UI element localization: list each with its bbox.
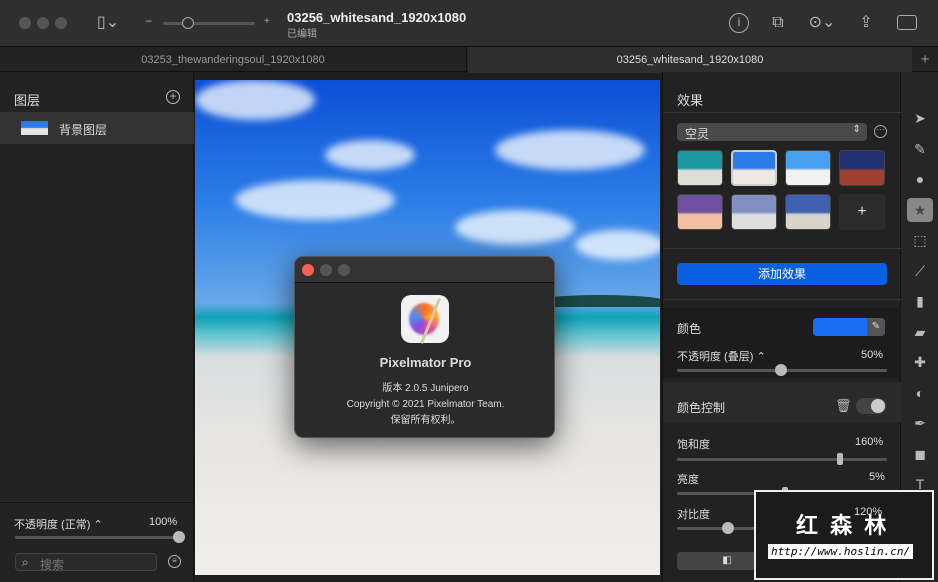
zoom-in-label[interactable]: + xyxy=(264,16,270,27)
selection-icon[interactable]: ⬚ xyxy=(907,228,933,252)
about-dialog: Pixelmator Pro 版本 2.0.5 Junipero Copyrig… xyxy=(294,256,555,438)
overlay-opacity-value: 50% xyxy=(861,349,884,361)
add-effect-button[interactable]: 添加效果 xyxy=(677,263,887,285)
layers-sidebar: 图层 + 背景图层 不透明度 (正常) ⌃ 100% ⌕ 搜索 ≡ xyxy=(0,72,194,582)
sidebar-toggle-icon[interactable]: ▯⌄ xyxy=(90,13,126,33)
effect-preset-thumbnail[interactable] xyxy=(785,150,831,186)
add-tab-button[interactable]: + xyxy=(912,47,938,73)
brightness-value: 5% xyxy=(869,471,885,483)
retouch-icon[interactable]: ✚ xyxy=(907,350,933,374)
slider-knob[interactable] xyxy=(722,522,734,534)
slider-knob[interactable] xyxy=(775,364,787,376)
pen-icon[interactable]: ✒ xyxy=(907,411,933,435)
layer-name: 背景图层 xyxy=(59,123,108,137)
paint-icon[interactable]: ⟋ xyxy=(907,259,933,283)
tab-wanderingsoul[interactable]: 03253_thewanderingsoul_1920x1080 xyxy=(0,47,467,73)
filter-icon[interactable]: ≡ xyxy=(168,555,181,568)
rotate-icon[interactable]: ⧉ xyxy=(768,13,788,33)
tab-bar: 03253_thewanderingsoul_1920x1080 03256_w… xyxy=(0,46,938,73)
effects-icon[interactable]: ★ xyxy=(907,197,933,222)
slider-knob[interactable] xyxy=(173,531,185,543)
more-options-icon[interactable]: ⊙⌄ xyxy=(806,13,838,33)
layer-item[interactable]: 背景图层 xyxy=(0,112,194,144)
search-placeholder: 搜索 xyxy=(40,558,65,572)
effect-preset-thumbnail[interactable] xyxy=(677,150,723,186)
preset-value: 空灵 xyxy=(685,127,710,141)
effect-preset-thumbnail[interactable] xyxy=(731,150,777,186)
contrast-label: 对比度 xyxy=(677,509,710,521)
info-icon[interactable]: i xyxy=(729,13,749,33)
about-app-name: Pixelmator Pro xyxy=(379,355,472,370)
slider-knob[interactable] xyxy=(837,453,843,465)
eraser-icon[interactable]: ▰ xyxy=(907,320,933,344)
layer-opacity-slider[interactable] xyxy=(15,531,185,543)
about-copyright: Copyright © 2021 Pixelmator Team. xyxy=(346,399,505,410)
watermark-logo: 红 森 林 http://www.hoslin.cn/ xyxy=(754,490,934,580)
share-icon[interactable]: ⇪ xyxy=(856,13,876,33)
color-control-toggle[interactable] xyxy=(856,398,886,414)
effect-preset-thumbnail[interactable] xyxy=(785,194,831,230)
watermark-url: http://www.hoslin.cn/ xyxy=(768,544,914,559)
color-well[interactable]: ✎ xyxy=(813,318,885,336)
fill-icon[interactable]: ▮ xyxy=(907,289,933,313)
distort-icon[interactable]: ◐ xyxy=(907,381,933,405)
dialog-zoom-button xyxy=(338,264,350,276)
zoom-out-label[interactable]: − xyxy=(145,14,152,28)
inspector-toggle-icon[interactable] xyxy=(897,15,917,30)
search-icon: ⌕ xyxy=(22,555,29,569)
color-label: 颜色 xyxy=(677,322,702,336)
color-control-label: 颜色控制 xyxy=(677,401,726,415)
layer-thumbnail xyxy=(21,121,48,135)
saturation-slider[interactable] xyxy=(677,453,887,465)
document-title: 03256_whitesand_1920x1080 xyxy=(287,10,467,25)
effects-title: 效果 xyxy=(677,93,704,108)
brightness-label: 亮度 xyxy=(677,474,699,486)
pointer-icon[interactable]: ➤ xyxy=(907,106,933,130)
add-preset-button[interactable]: + xyxy=(839,194,885,230)
app-icon xyxy=(401,295,449,344)
add-layer-icon[interactable]: + xyxy=(166,90,180,104)
style-icon[interactable]: ✎ xyxy=(907,137,933,161)
zoom-slider-knob[interactable] xyxy=(181,17,194,29)
chevron-updown-icon: ⇕ xyxy=(852,124,861,135)
overlay-opacity-slider[interactable] xyxy=(677,364,887,376)
shape-icon[interactable]: ◼ xyxy=(907,442,933,466)
minimize-window-button[interactable] xyxy=(37,17,49,29)
zoom-slider[interactable] xyxy=(163,17,255,29)
dialog-minimize-button xyxy=(320,264,332,276)
tab-whitesand[interactable]: 03256_whitesand_1920x1080 xyxy=(468,47,912,73)
toolbar: ▯⌄ − + 03256_whitesand_1920x1080 已编辑 i ⧉… xyxy=(0,0,938,46)
color-adjust-icon[interactable]: ● xyxy=(907,167,933,191)
effect-preset-thumbnail[interactable] xyxy=(677,194,723,230)
effect-preset-thumbnail[interactable] xyxy=(731,194,777,230)
layer-opacity-label[interactable]: 不透明度 (正常) ⌃ xyxy=(14,516,103,532)
preset-dropdown[interactable]: 空灵 ⇕ xyxy=(677,123,867,141)
layer-opacity-value: 100% xyxy=(149,516,178,528)
effect-preset-thumbnail[interactable] xyxy=(839,150,885,186)
saturation-label: 饱和度 xyxy=(677,439,710,451)
eyedropper-icon[interactable]: ✎ xyxy=(867,318,885,336)
close-window-button[interactable] xyxy=(19,17,31,29)
layers-title: 图层 xyxy=(14,93,41,108)
overlay-opacity-label[interactable]: 不透明度 (叠层) ⌃ xyxy=(677,348,766,364)
about-version: 版本 2.0.5 Junipero xyxy=(382,383,469,394)
layer-search-input[interactable]: ⌕ 搜索 xyxy=(15,553,157,572)
dialog-close-button[interactable] xyxy=(302,264,314,276)
more-icon[interactable]: ··· xyxy=(874,125,887,138)
trash-icon[interactable]: 🗑 xyxy=(835,396,852,416)
about-rights: 保留所有权利。 xyxy=(390,415,461,426)
zoom-window-button[interactable] xyxy=(55,17,67,29)
contrast-value: 120% xyxy=(854,506,883,518)
saturation-value: 160% xyxy=(855,436,884,448)
document-status: 已编辑 xyxy=(287,29,317,40)
